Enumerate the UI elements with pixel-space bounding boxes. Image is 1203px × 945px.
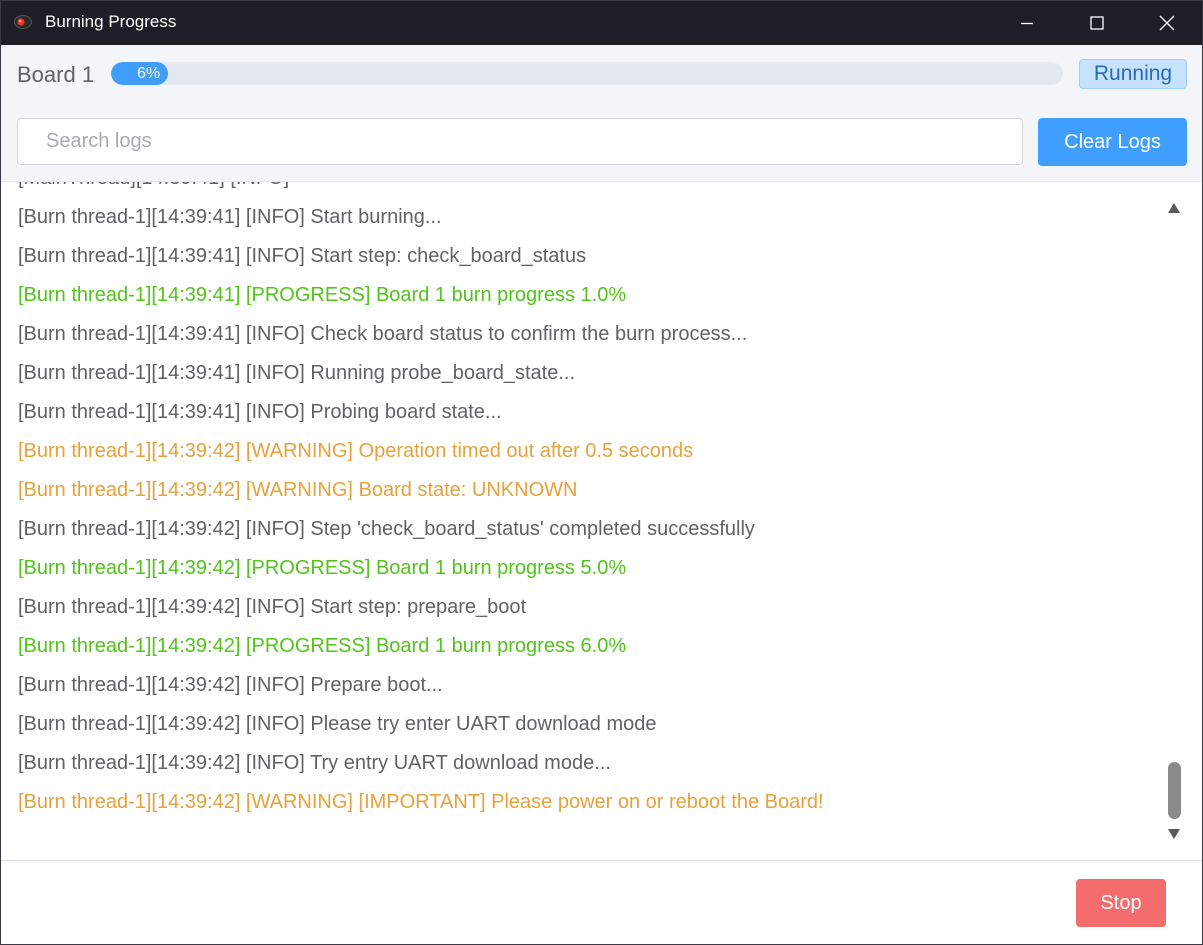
close-button[interactable] (1144, 1, 1190, 45)
log-line-warning: [Burn thread-1][14:39:42] [WARNING] Oper… (18, 440, 694, 462)
maximize-icon (1090, 16, 1104, 30)
log-line-info: [Burn thread-1][14:39:42] [INFO] Step 'c… (18, 518, 755, 540)
log-line-warning: [Burn thread-1][14:39:42] [WARNING] Boar… (18, 479, 578, 501)
app-logo-icon (14, 15, 32, 29)
log-line-info: [Burn thread-1][14:39:42] [INFO] Please … (18, 713, 657, 735)
minimize-button[interactable] (1004, 1, 1050, 45)
minimize-icon (1021, 22, 1033, 25)
clear-logs-button[interactable]: Clear Logs (1038, 118, 1187, 166)
burn-progress-fill: 6% (111, 62, 169, 85)
burn-progress-bar: 6% (111, 62, 1063, 85)
window-title: Burning Progress (45, 12, 177, 31)
log-line-info: [Burn thread-1][14:39:41] [INFO] Start b… (18, 206, 442, 228)
log-line-info: [Burn thread-1][14:39:42] [INFO] Prepare… (18, 674, 443, 696)
log-line-progress: [Burn thread-1][14:39:42] [PROGRESS] Boa… (18, 557, 627, 579)
log-line-info: [Burn thread-1][14:39:42] [INFO] Try ent… (18, 752, 611, 774)
maximize-button[interactable] (1074, 1, 1120, 45)
stop-button[interactable]: Stop (1076, 879, 1166, 927)
board-label: Board 1 (17, 62, 95, 87)
log-line-info: [Burn thread-1][14:39:41] [INFO] Start s… (18, 245, 587, 267)
progress-percent-text: 6% (136, 64, 161, 82)
log-line-info: [Burn thread-1][14:39:41] [INFO] Probing… (18, 401, 502, 423)
close-icon (1159, 15, 1175, 31)
log-line-progress: [Burn thread-1][14:39:41] [PROGRESS] Boa… (18, 284, 627, 306)
search-logs-input[interactable] (17, 118, 1023, 165)
log-line-info: [Burn thread-1][14:39:41] [INFO] Running… (18, 362, 576, 384)
log-line-info: [MainThread][14:39:41] [INFO] (18, 182, 1158, 198)
log-line-warning: [Burn thread-1][14:39:42] [WARNING] [IMP… (18, 791, 824, 813)
scroll-up-arrow-icon[interactable] (1167, 202, 1181, 214)
log-line-progress: [Burn thread-1][14:39:42] [PROGRESS] Boa… (18, 635, 627, 657)
scroll-down-arrow-icon[interactable] (1167, 828, 1181, 840)
log-panel[interactable]: [MainThread][14:39:41] [INFO] [Burn threa… (1, 181, 1202, 861)
scrollbar-thumb[interactable] (1168, 762, 1181, 819)
log-list: [MainThread][14:39:41] [INFO] [Burn threa… (18, 182, 1158, 822)
log-line-info: [Burn thread-1][14:39:41] [INFO] Check b… (18, 323, 748, 345)
burning-progress-window: Burning Progress Board 1 6% Running Clea… (0, 0, 1203, 945)
title-bar[interactable]: Burning Progress (1, 1, 1202, 45)
status-badge: Running (1079, 59, 1187, 89)
log-line-info: [Burn thread-1][14:39:42] [INFO] Start s… (18, 596, 527, 618)
footer-bar: Stop (1, 861, 1202, 944)
